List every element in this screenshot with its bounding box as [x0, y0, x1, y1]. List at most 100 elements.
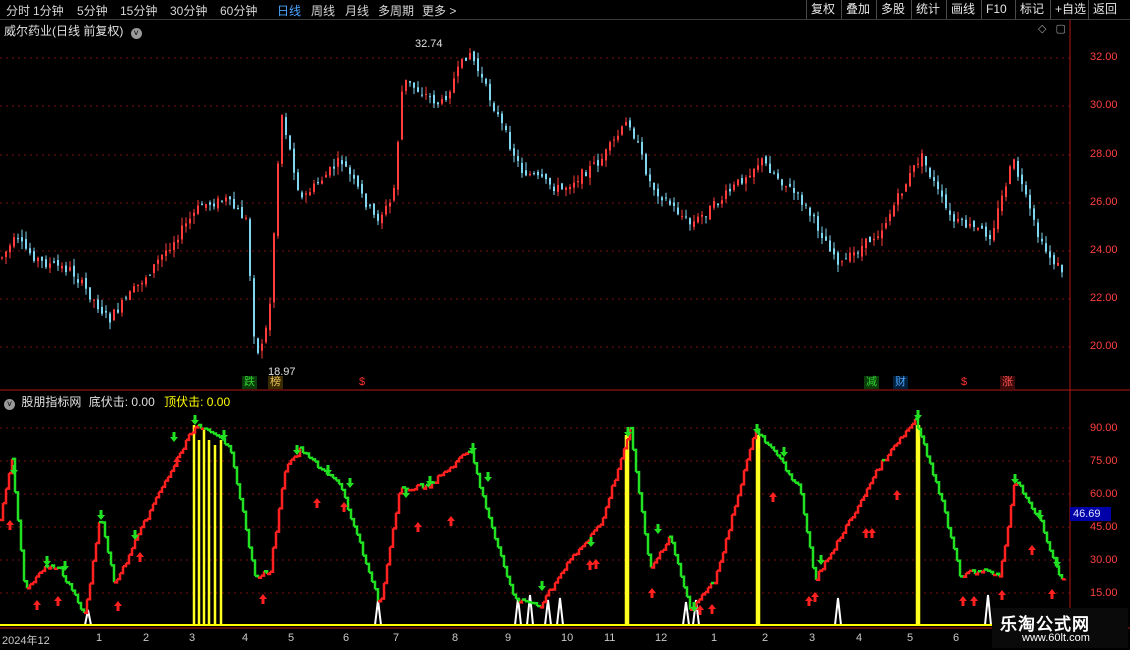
indicator-step [777, 454, 782, 459]
indicator-step [24, 579, 29, 589]
period-toolbar: 分时 1分钟 5分钟 15分钟 30分钟 60分钟 日线 周线 月线 多周期 更… [0, 0, 1130, 20]
tool-fuquan[interactable]: 复权 [806, 0, 839, 19]
indicator-step [399, 487, 404, 495]
period-daily[interactable]: 日线 [277, 2, 301, 19]
period-5min[interactable]: 5分钟 [77, 2, 108, 19]
tool-f10[interactable]: F10 [981, 0, 1011, 19]
candle-body [621, 126, 623, 135]
sell-arrow-icon [654, 524, 662, 534]
candle-body [597, 160, 599, 166]
indicator-step [0, 503, 5, 522]
event-badge-dollar[interactable]: $ [959, 376, 969, 389]
candle-body [605, 149, 607, 161]
candle-body [409, 81, 411, 83]
candle-body [841, 261, 843, 263]
date-label: 8 [452, 632, 459, 644]
indicator-step [93, 543, 98, 562]
candle-body [329, 166, 331, 176]
period-60min[interactable]: 60分钟 [220, 2, 257, 19]
tool-back[interactable]: 返回 [1088, 0, 1121, 19]
event-badge-die[interactable]: 跌 [242, 376, 257, 389]
chevron-down-icon[interactable]: ˅ [4, 399, 15, 410]
indicator-step [762, 435, 767, 443]
candle-body [509, 131, 511, 150]
candle-body [673, 202, 675, 206]
candle-body [861, 245, 863, 257]
chart-canvas[interactable] [0, 20, 1130, 650]
period-monthly[interactable]: 月线 [345, 2, 369, 19]
candle-body [445, 95, 447, 100]
candle-body [401, 91, 403, 140]
event-badge-jian[interactable]: 减 [864, 376, 879, 389]
stock-title[interactable]: 威尔药业(日线 前复权) [4, 24, 123, 38]
sell-arrow-icon [1036, 510, 1044, 520]
buy-arrow-icon [313, 498, 321, 508]
candle-body [149, 274, 151, 276]
tool-add-watch[interactable]: +自选 [1050, 0, 1090, 19]
period-30min[interactable]: 30分钟 [170, 2, 207, 19]
candle-body [153, 264, 155, 274]
candle-body [773, 172, 775, 174]
candle-body [181, 225, 183, 240]
sell-arrow-icon [324, 465, 332, 475]
date-label: 6 [343, 632, 350, 644]
candle-body [1005, 186, 1007, 197]
indicator-step [633, 448, 638, 473]
indicator-step [129, 548, 134, 556]
indicator-step [858, 499, 863, 508]
candle-body [865, 238, 867, 248]
tool-huaxian[interactable]: 画线 [946, 0, 979, 19]
indicator-step [126, 554, 131, 565]
indicator-step [771, 446, 776, 452]
candle-body [869, 236, 871, 243]
candle-body [593, 162, 595, 164]
indicator-step [573, 553, 578, 557]
candle-body [801, 194, 803, 205]
event-badge-zhang[interactable]: 涨 [1000, 376, 1015, 389]
chevron-down-icon[interactable]: ˅ [130, 28, 142, 39]
event-badge-dollar[interactable]: $ [357, 376, 367, 389]
event-badge-cai[interactable]: 财 [893, 376, 908, 389]
candle-body [41, 256, 43, 261]
period-15min[interactable]: 15分钟 [120, 2, 157, 19]
tool-biaoji[interactable]: 标记 [1015, 0, 1048, 19]
candle-body [529, 173, 531, 176]
buy-arrow-icon [1048, 589, 1056, 599]
period-1min[interactable]: 1分钟 [33, 2, 64, 19]
period-multi[interactable]: 多周期 [378, 2, 414, 19]
candle-body [521, 162, 523, 173]
candle-body [901, 193, 903, 196]
indicator-step [6, 473, 11, 490]
indicator-step [870, 477, 875, 485]
indicator-step [468, 450, 473, 454]
tool-duogu[interactable]: 多股 [876, 0, 909, 19]
candle-body [1037, 222, 1039, 238]
indicator-step [150, 503, 155, 512]
watermark-url: www.60lt.com [1022, 632, 1090, 644]
period-fenshi[interactable]: 分时 [6, 2, 30, 19]
tool-diejia[interactable]: 叠加 [841, 0, 874, 19]
period-weekly[interactable]: 周线 [311, 2, 335, 19]
maximize-icon[interactable]: ▢ [1056, 23, 1066, 35]
indicator-step [774, 449, 779, 456]
tool-tongji[interactable]: 统计 [911, 0, 944, 19]
candle-body [745, 177, 747, 184]
period-more[interactable]: 更多 > [422, 2, 456, 19]
diamond-icon[interactable]: ◇ [1038, 23, 1046, 35]
indicator-step [789, 473, 794, 481]
price-axis-label: 24.00 [1090, 244, 1118, 256]
candle-body [457, 66, 459, 77]
candle-body [289, 135, 291, 150]
candle-body [877, 236, 879, 238]
candle-body [837, 252, 839, 265]
candle-body [145, 277, 147, 285]
indicator-name[interactable]: 股朋指标网 [21, 395, 81, 409]
candle-body [453, 78, 455, 93]
candle-body [325, 174, 327, 178]
candle-body [305, 193, 307, 195]
indicator-step [120, 566, 125, 575]
event-badge-bang[interactable]: 榜 [268, 376, 283, 389]
candle-body [277, 163, 279, 237]
indicator-step [1002, 545, 1007, 562]
indicator-step [954, 547, 959, 561]
